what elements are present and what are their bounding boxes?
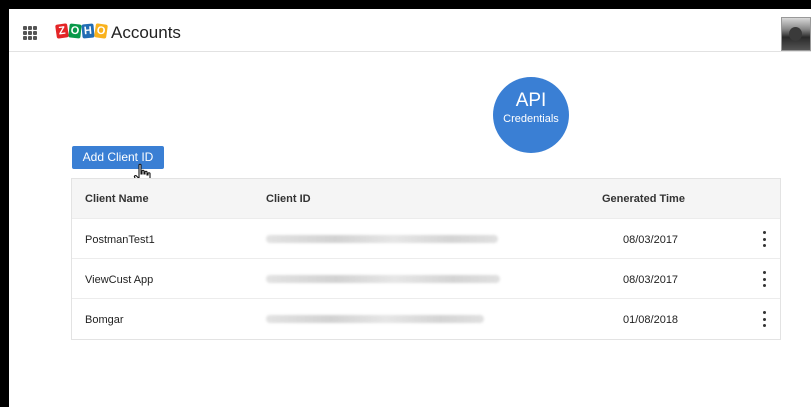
zoho-logo[interactable]: Z O H O — [55, 23, 108, 39]
table-row[interactable]: PostmanTest1 08/03/2017 — [72, 218, 780, 259]
client-id-redacted — [266, 235, 498, 243]
api-credentials-badge: API Credentials — [493, 77, 569, 153]
client-table: Client Name Client ID Generated Time Pos… — [71, 178, 781, 340]
generated-time: 01/08/2018 — [623, 314, 679, 326]
logo-letter-h: H — [81, 23, 95, 39]
badge-subtitle: Credentials — [503, 113, 559, 125]
header-generated-time: Generated Time — [602, 193, 685, 205]
client-name: PostmanTest1 — [85, 234, 155, 246]
more-options-icon[interactable] — [761, 231, 767, 247]
client-id-redacted — [266, 275, 500, 283]
more-options-icon[interactable] — [761, 311, 767, 327]
badge-title: API — [515, 90, 547, 111]
logo-letter-o: O — [68, 23, 82, 39]
table-row[interactable]: ViewCust App 08/03/2017 — [72, 258, 780, 299]
logo-letter-o: O — [94, 23, 108, 39]
user-avatar[interactable] — [781, 17, 811, 51]
generated-time: 08/03/2017 — [623, 234, 679, 246]
client-name: Bomgar — [85, 314, 124, 326]
app-title: Accounts — [111, 23, 181, 42]
client-name: ViewCust App — [85, 274, 154, 286]
generated-time: 08/03/2017 — [623, 274, 679, 286]
app-window: Z O H O Accounts API Credentials Add Cli… — [9, 9, 811, 407]
table-header: Client Name Client ID Generated Time — [72, 179, 780, 218]
top-bar: Z O H O Accounts — [9, 9, 811, 52]
table-row[interactable]: Bomgar 01/08/2018 — [72, 298, 780, 339]
logo-letter-z: Z — [55, 23, 69, 39]
header-client-id: Client ID — [266, 193, 311, 205]
header-client-name: Client Name — [85, 193, 149, 205]
more-options-icon[interactable] — [761, 271, 767, 287]
client-id-redacted — [266, 315, 484, 323]
apps-grid-icon[interactable] — [23, 26, 37, 40]
